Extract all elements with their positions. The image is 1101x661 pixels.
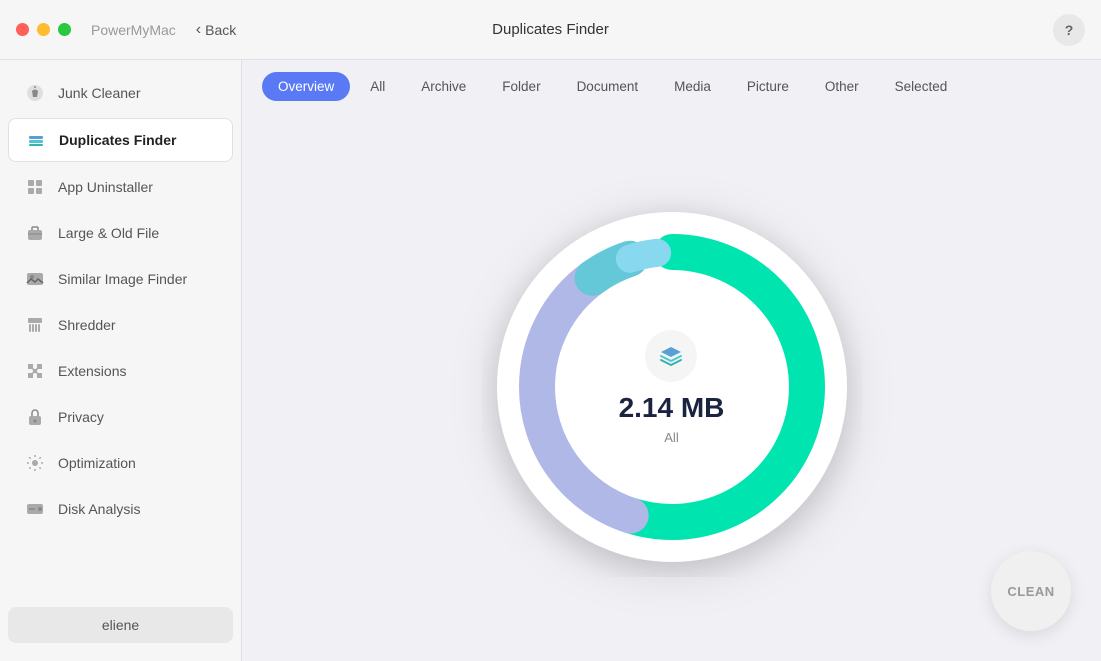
sidebar-label-disk-analysis: Disk Analysis xyxy=(58,501,140,517)
briefcase-icon xyxy=(24,222,46,244)
sidebar-label-shredder: Shredder xyxy=(58,317,116,333)
donut-category-label: All xyxy=(664,430,678,445)
shredder-icon xyxy=(24,314,46,336)
sidebar-footer: eliene xyxy=(0,599,241,651)
tab-all[interactable]: All xyxy=(354,72,401,101)
sidebar-label-privacy: Privacy xyxy=(58,409,104,425)
content-area: Overview All Archive Folder Document Med… xyxy=(242,60,1101,661)
title-bar: PowerMyMac ‹ Back Duplicates Finder ? xyxy=(0,0,1101,60)
sidebar-item-extensions[interactable]: Extensions xyxy=(8,350,233,392)
back-chevron-icon: ‹ xyxy=(196,21,201,39)
hdd-icon xyxy=(24,498,46,520)
sidebar-item-shredder[interactable]: Shredder xyxy=(8,304,233,346)
back-button[interactable]: ‹ Back xyxy=(196,21,236,39)
sidebar-label-similar-image-finder: Similar Image Finder xyxy=(58,271,187,287)
tab-picture[interactable]: Picture xyxy=(731,72,805,101)
sidebar-label-app-uninstaller: App Uninstaller xyxy=(58,179,153,195)
sidebar-item-privacy[interactable]: Privacy xyxy=(8,396,233,438)
layers-center-icon xyxy=(655,340,687,372)
sidebar-item-optimization[interactable]: Optimization xyxy=(8,442,233,484)
chart-area: 2.14 MB All CLEAN xyxy=(242,113,1101,661)
clean-button-label: CLEAN xyxy=(1007,584,1054,599)
minimize-button[interactable] xyxy=(37,23,50,36)
sidebar-label-optimization: Optimization xyxy=(58,455,136,471)
tab-overview[interactable]: Overview xyxy=(262,72,350,101)
help-button[interactable]: ? xyxy=(1053,14,1085,46)
lock-icon xyxy=(24,406,46,428)
sidebar-item-large-old-file[interactable]: Large & Old File xyxy=(8,212,233,254)
broom-icon xyxy=(24,82,46,104)
username-label: eliene xyxy=(102,617,139,633)
tab-document[interactable]: Document xyxy=(561,72,655,101)
sidebar: Junk Cleaner Duplicates Finder xyxy=(0,60,242,661)
help-icon: ? xyxy=(1065,22,1074,38)
traffic-lights xyxy=(16,23,71,36)
tab-media[interactable]: Media xyxy=(658,72,727,101)
donut-chart: 2.14 MB All xyxy=(482,197,862,577)
donut-center: 2.14 MB All xyxy=(619,330,725,445)
close-button[interactable] xyxy=(16,23,29,36)
app-name: PowerMyMac xyxy=(91,22,176,38)
settings-icon xyxy=(24,452,46,474)
sidebar-item-junk-cleaner[interactable]: Junk Cleaner xyxy=(8,72,233,114)
main-layout: Junk Cleaner Duplicates Finder xyxy=(0,60,1101,661)
sidebar-label-large-old-file: Large & Old File xyxy=(58,225,159,241)
puzzle-icon xyxy=(24,360,46,382)
back-label: Back xyxy=(205,22,236,38)
grid-icon xyxy=(24,176,46,198)
sidebar-label-duplicates-finder: Duplicates Finder xyxy=(59,132,176,148)
tab-other[interactable]: Other xyxy=(809,72,875,101)
sidebar-item-similar-image-finder[interactable]: Similar Image Finder xyxy=(8,258,233,300)
clean-button[interactable]: CLEAN xyxy=(991,551,1071,631)
window-title: Duplicates Finder xyxy=(492,21,609,38)
tab-bar: Overview All Archive Folder Document Med… xyxy=(242,60,1101,113)
sidebar-label-junk-cleaner: Junk Cleaner xyxy=(58,85,141,101)
donut-size-label: 2.14 MB xyxy=(619,392,725,424)
tab-selected[interactable]: Selected xyxy=(879,72,964,101)
layers-icon xyxy=(25,129,47,151)
tab-archive[interactable]: Archive xyxy=(405,72,482,101)
user-badge: eliene xyxy=(8,607,233,643)
maximize-button[interactable] xyxy=(58,23,71,36)
tab-folder[interactable]: Folder xyxy=(486,72,556,101)
image-icon xyxy=(24,268,46,290)
sidebar-label-extensions: Extensions xyxy=(58,363,126,379)
donut-icon xyxy=(645,330,697,382)
sidebar-item-duplicates-finder[interactable]: Duplicates Finder xyxy=(8,118,233,162)
sidebar-item-app-uninstaller[interactable]: App Uninstaller xyxy=(8,166,233,208)
sidebar-item-disk-analysis[interactable]: Disk Analysis xyxy=(8,488,233,530)
